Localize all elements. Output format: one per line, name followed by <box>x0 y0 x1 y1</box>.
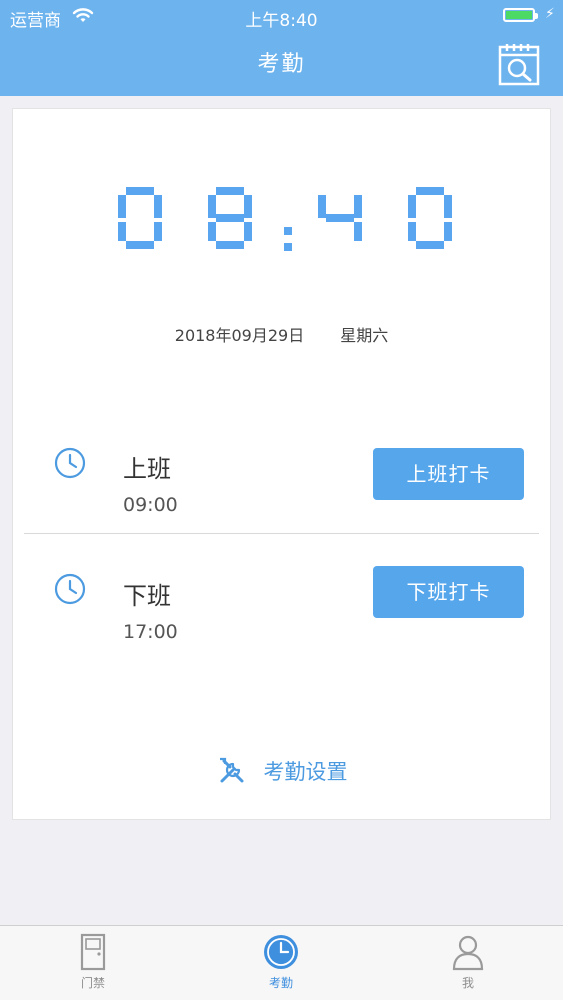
header: 运营商 上午8:40 ⚡ 考勤 <box>0 0 563 96</box>
tab-attendance[interactable]: 考勤 <box>236 932 326 991</box>
clock-icon <box>54 447 86 479</box>
digital-clock <box>118 187 452 251</box>
clock-icon <box>264 935 298 969</box>
page-title: 考勤 <box>257 52 306 77</box>
status-bar: 运营商 上午8:40 ⚡ <box>0 0 563 34</box>
clock-hour-tens <box>118 187 162 249</box>
current-weekday: 星期六 <box>340 326 389 345</box>
tab-attendance-label: 考勤 <box>268 976 293 990</box>
charging-icon: ⚡ <box>545 6 555 22</box>
tab-access-label: 门禁 <box>80 976 105 990</box>
battery-icon <box>503 8 538 22</box>
clock-minute-tens <box>318 195 362 241</box>
clock-out-button[interactable]: 下班打卡 <box>373 566 524 618</box>
attendance-settings-link[interactable]: 考勤设置 <box>13 755 550 787</box>
clock-in-button[interactable]: 上班打卡 <box>373 448 524 500</box>
clock-colon <box>284 227 292 251</box>
shift-off-time: 17:00 <box>123 621 178 643</box>
tools-icon <box>219 757 243 783</box>
settings-label: 考勤设置 <box>263 760 348 784</box>
tab-me[interactable]: 我 <box>423 932 513 991</box>
tab-me-label: 我 <box>461 976 474 990</box>
current-date: 2018年09月29日 <box>174 326 305 345</box>
attendance-card: 2018年09月29日 星期六 上班 09:00 上班打卡 下班 17:00 下班… <box>12 108 551 820</box>
shift-off-label: 下班 <box>123 582 171 610</box>
clock-hour-ones <box>208 187 252 249</box>
date-row: 2018年09月29日 星期六 <box>13 322 550 346</box>
attendance-record-button[interactable] <box>498 42 540 86</box>
clock-minute-ones <box>408 187 452 249</box>
tab-access[interactable]: 门禁 <box>48 932 138 991</box>
shift-on-time: 09:00 <box>123 494 178 516</box>
door-icon <box>80 933 106 971</box>
person-icon <box>452 935 484 971</box>
calendar-search-icon <box>498 44 540 86</box>
divider <box>24 533 539 534</box>
shift-on-label: 上班 <box>123 455 171 483</box>
tab-bar: 门禁 考勤 我 <box>0 925 563 1000</box>
clock-icon <box>54 573 86 605</box>
status-time: 上午8:40 <box>245 11 318 31</box>
